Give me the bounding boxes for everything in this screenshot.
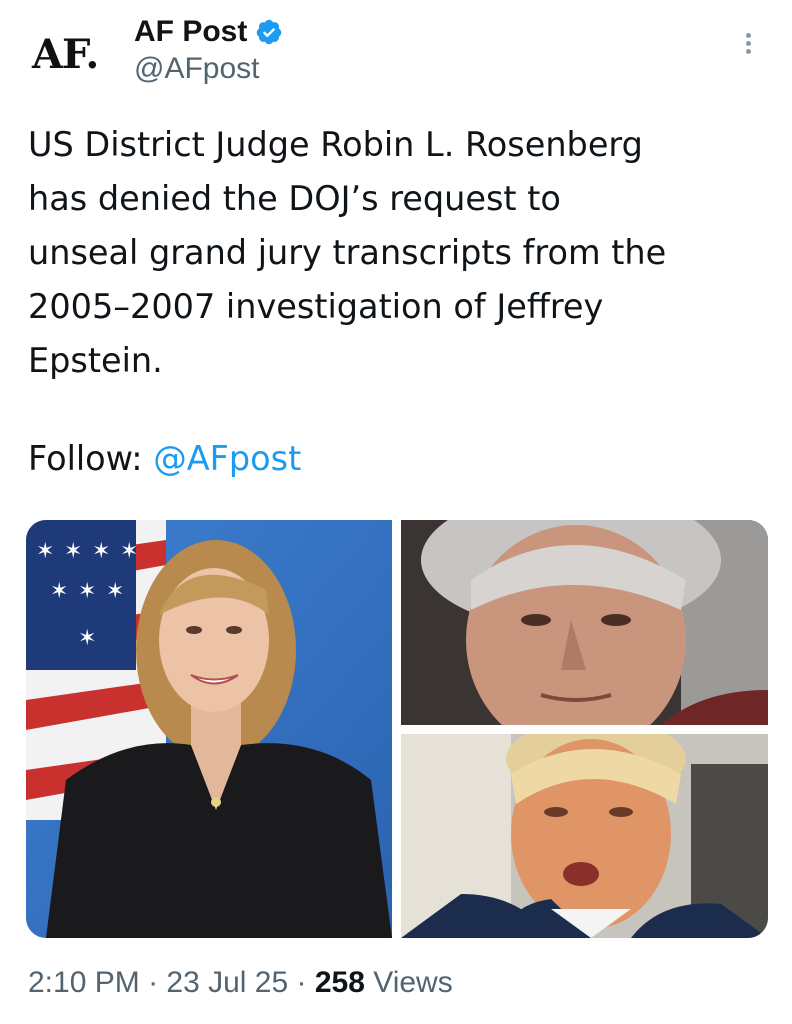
meta-separator: · <box>288 966 315 999</box>
tweet-time[interactable]: 2:10 PM <box>28 966 140 999</box>
man-speaking-image <box>401 734 768 938</box>
judge-portrait-image: ✶ ✶ ✶ ✶ ✶ ✶ ✶ ✶ <box>26 520 392 938</box>
avatar[interactable]: AF. <box>32 30 122 80</box>
media-image-2[interactable] <box>401 520 768 725</box>
follow-label: Follow: <box>28 439 154 478</box>
display-name[interactable]: AF Post <box>134 15 247 49</box>
verified-badge-icon <box>257 19 282 45</box>
tweet-text: US District Judge Robin L. Rosenberg has… <box>28 125 667 380</box>
author-name-row[interactable]: AF Post <box>134 12 283 52</box>
svg-text:✶: ✶ <box>120 539 138 564</box>
media-image-1[interactable]: ✶ ✶ ✶ ✶ ✶ ✶ ✶ ✶ <box>26 520 392 938</box>
svg-text:✶: ✶ <box>106 579 124 604</box>
svg-text:✶: ✶ <box>50 579 68 604</box>
views-count[interactable]: 258 <box>315 966 365 999</box>
more-options-icon[interactable] <box>738 30 758 64</box>
svg-text:✶: ✶ <box>36 539 54 564</box>
svg-text:✶: ✶ <box>92 539 110 564</box>
man-gray-hair-image <box>401 520 768 725</box>
svg-text:✶: ✶ <box>78 626 96 651</box>
media-grid: ✶ ✶ ✶ ✶ ✶ ✶ ✶ ✶ <box>26 520 768 938</box>
meta-separator: · <box>139 966 167 999</box>
tweet-meta: 2:10 PM · 23 Jul 25 · 258 Views <box>28 966 453 1000</box>
follow-line: Follow: @AFpost <box>28 432 301 486</box>
views-label: Views <box>364 966 453 999</box>
author-handle[interactable]: @AFpost <box>134 52 260 86</box>
tweet-header: AF. AF Post @AFpost <box>0 0 792 100</box>
follow-mention-link[interactable]: @AFpost <box>153 439 301 478</box>
media-image-3[interactable] <box>401 734 768 938</box>
svg-text:✶: ✶ <box>78 579 96 604</box>
svg-text:✶: ✶ <box>64 539 82 564</box>
tweet-date[interactable]: 23 Jul 25 <box>166 966 288 999</box>
